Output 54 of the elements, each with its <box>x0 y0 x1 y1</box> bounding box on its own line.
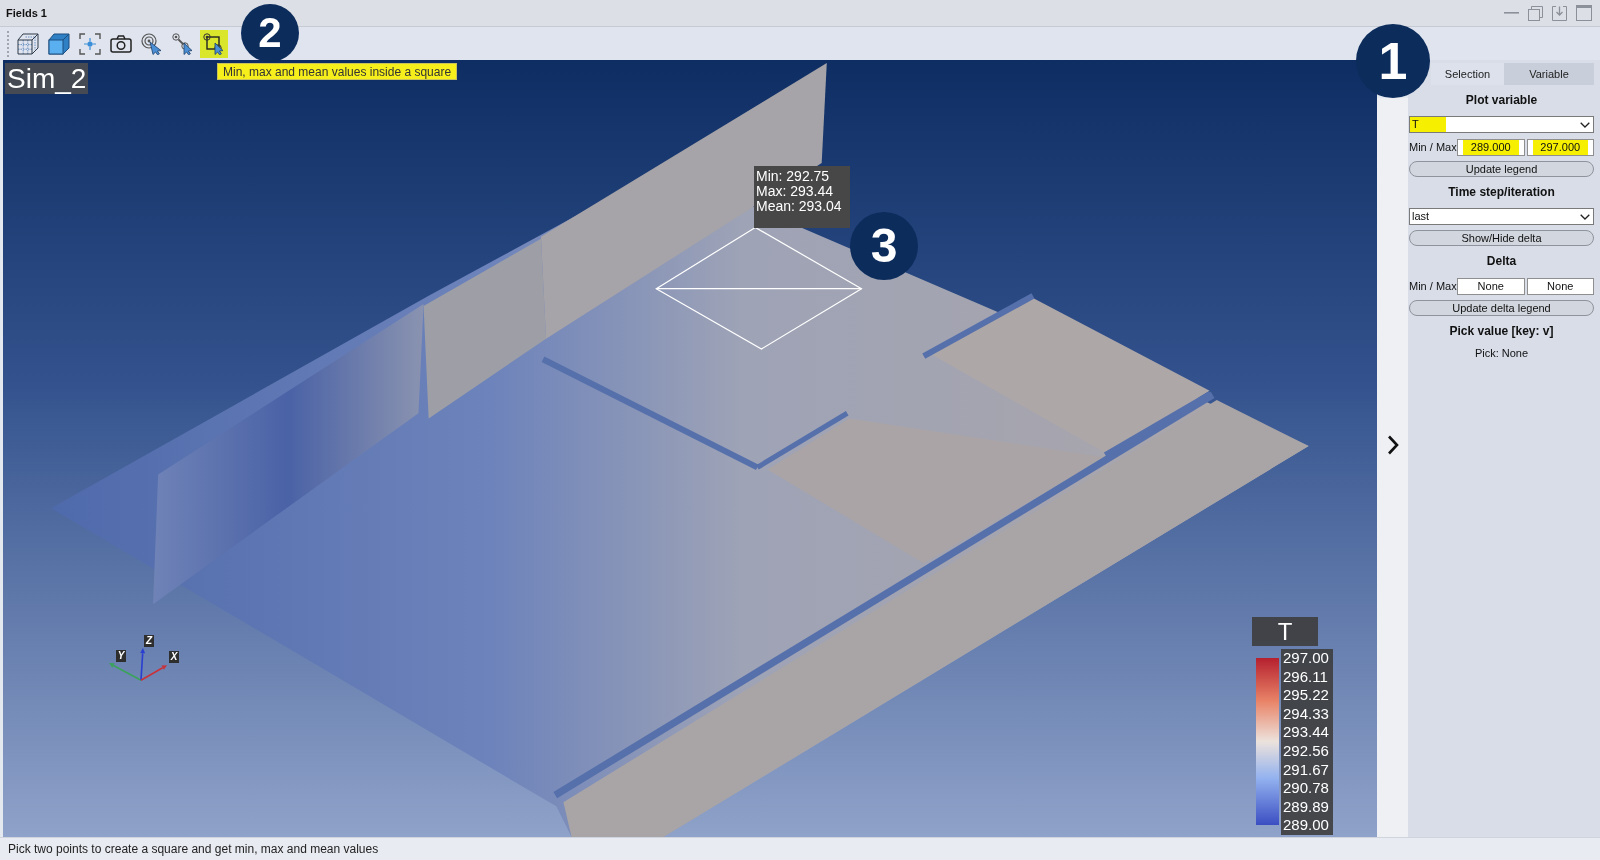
tab[interactable]: Variable <box>1504 63 1594 85</box>
section-heading: Plot variable <box>1465 92 1538 109</box>
legend-tick-label: 289.00 <box>1283 816 1329 835</box>
axis-label: X <box>169 651 179 663</box>
dropdown[interactable]: last <box>1409 208 1594 225</box>
solid-cube-icon <box>48 32 70 55</box>
status-message: Pick two points to create a square and get min, max and mean values <box>8 841 379 858</box>
legend-tick-label: 293.44 <box>1283 723 1329 742</box>
stats-line: Max: 293.44 <box>756 184 835 199</box>
tab[interactable]: Selection <box>1431 63 1504 85</box>
min-field[interactable]: 289.000 <box>1457 139 1525 156</box>
field-label: Min / Max <box>1409 140 1455 156</box>
legend-tick-label: 292.56 <box>1283 741 1329 761</box>
focus-frame-icon <box>79 32 101 55</box>
legend-tick-label: 291.67 <box>1283 760 1329 780</box>
field-label: Min / Max <box>1409 279 1455 295</box>
legend-tick-label: 295.22 <box>1283 686 1329 705</box>
panel-button[interactable]: Show/Hide delta <box>1409 230 1594 246</box>
square-points-icon <box>203 32 225 55</box>
maximize-icon[interactable] <box>1576 5 1592 21</box>
pick-readout: Pick: None <box>1474 345 1529 361</box>
window-title: Fields 1 <box>6 5 47 21</box>
camera-icon <box>110 34 132 53</box>
legend-tick-label: 290.78 <box>1283 779 1329 798</box>
axis-label: Y <box>116 650 126 662</box>
legend-tick-label: 296.11 <box>1283 667 1328 687</box>
axis-label: Z <box>144 635 154 647</box>
tool-button[interactable] <box>200 29 228 58</box>
legend-title: T <box>1252 617 1318 646</box>
panel-button[interactable]: Update delta legend <box>1409 300 1594 316</box>
section-heading: Time step/iteration <box>1448 184 1555 201</box>
panel-button[interactable]: Update legend <box>1409 161 1594 177</box>
section-heading: Delta <box>1486 253 1517 270</box>
restore-icon[interactable] <box>1528 5 1543 21</box>
tooltip: Min, max and mean values inside a square <box>217 63 458 80</box>
scene-title: Sim_2 <box>5 63 89 94</box>
stats-line: Min: 292.75 <box>756 169 831 184</box>
wireframe-cube-icon <box>17 32 39 55</box>
legend-tick-label: 297.00 <box>1283 649 1329 668</box>
chevron-right-icon[interactable] <box>1386 435 1399 455</box>
line-points-icon <box>172 32 194 55</box>
max-field[interactable]: 297.000 <box>1526 139 1594 156</box>
box-arrow-down-icon[interactable] <box>1552 5 1567 21</box>
pointer-target-icon <box>141 32 163 55</box>
stats-line: Mean: 293.04 <box>756 199 843 214</box>
max-field[interactable]: None <box>1526 278 1594 295</box>
chevron-down-icon <box>1580 121 1590 128</box>
legend-tick-label: 289.89 <box>1283 797 1329 817</box>
legend-tick-label: 294.33 <box>1283 704 1329 724</box>
dropdown[interactable]: T <box>1409 116 1594 133</box>
chevron-down-icon <box>1580 213 1590 220</box>
grip-handle[interactable] <box>7 30 9 57</box>
min-field[interactable]: None <box>1457 278 1525 295</box>
section-heading: Pick value [key: v] <box>1449 323 1554 340</box>
